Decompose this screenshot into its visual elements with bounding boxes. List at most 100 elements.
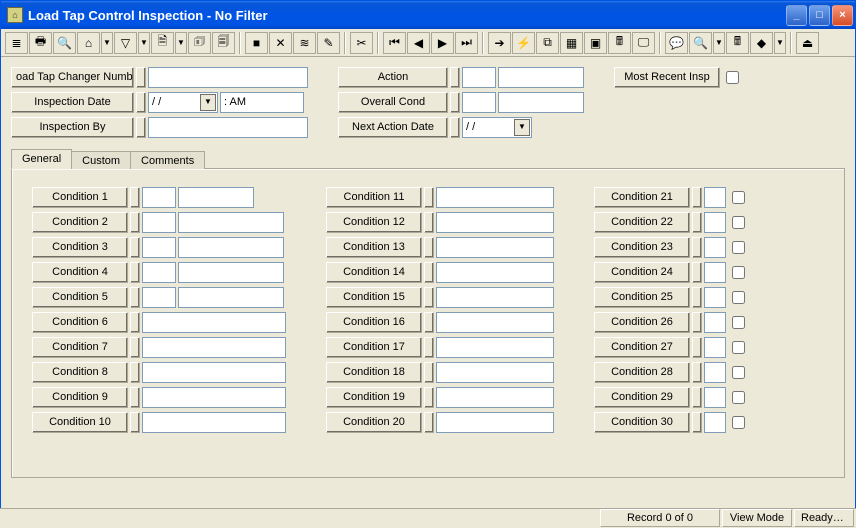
condition-value-input[interactable] [436,262,554,283]
inspection-by-input[interactable] [148,117,308,138]
condition-value-input[interactable] [436,287,554,308]
minimize-button[interactable]: _ [786,5,807,26]
most-recent-insp-checkbox[interactable] [726,71,739,84]
toolbar-button-24[interactable]: ➔ [488,32,511,54]
condition-checkbox[interactable] [732,191,745,204]
condition-label-button[interactable]: Condition 5 [32,287,128,308]
toolbar-button-29[interactable]: 🖩 [608,32,631,54]
condition-label-button[interactable]: Condition 8 [32,362,128,383]
toolbar-button-30[interactable]: 🖵 [632,32,655,54]
condition-value-input[interactable] [142,362,286,383]
condition-checkbox[interactable] [732,266,745,279]
toolbar-button-7[interactable]: 🗎 [151,32,174,54]
ltcn-label-button[interactable]: oad Tap Changer Numbe [11,67,134,88]
condition-label-button[interactable]: Condition 23 [594,237,690,258]
toolbar-button-17[interactable]: ✂ [350,32,373,54]
condition-label-button[interactable]: Condition 18 [326,362,422,383]
condition-value-input[interactable] [704,387,726,408]
inspection-time-input[interactable]: : AM [220,92,304,113]
next-action-date-input[interactable]: / / ▼ [462,117,532,138]
condition-checkbox[interactable] [732,341,745,354]
condition-code-input[interactable] [142,187,176,208]
condition-value-input[interactable] [704,362,726,383]
condition-label-button[interactable]: Condition 19 [326,387,422,408]
condition-checkbox[interactable] [732,291,745,304]
condition-label-button[interactable]: Condition 27 [594,337,690,358]
condition-label-button[interactable]: Condition 29 [594,387,690,408]
inspection-by-label-button[interactable]: Inspection By [11,117,134,138]
condition-value-input[interactable] [704,187,726,208]
toolbar-button-12[interactable]: ■ [245,32,268,54]
condition-label-button[interactable]: Condition 17 [326,337,422,358]
toolbar-button-36[interactable]: ◆ [750,32,773,54]
toolbar-button-1[interactable]: 🖶 [29,32,52,54]
condition-value-input[interactable] [436,337,554,358]
condition-value-input[interactable] [436,412,554,433]
close-button[interactable]: × [832,5,853,26]
condition-label-button[interactable]: Condition 12 [326,212,422,233]
condition-label-button[interactable]: Condition 9 [32,387,128,408]
action-desc-input[interactable] [498,67,584,88]
condition-code-input[interactable] [142,287,176,308]
condition-label-button[interactable]: Condition 4 [32,262,128,283]
toolbar-button-14[interactable]: ≋ [293,32,316,54]
condition-value-input[interactable] [704,412,726,433]
condition-value-input[interactable] [704,312,726,333]
condition-value-input[interactable] [704,212,726,233]
toolbar-button-3[interactable]: ⌂ [77,32,100,54]
condition-checkbox[interactable] [732,241,745,254]
toolbar-button-28[interactable]: ▣ [584,32,607,54]
condition-value-input[interactable] [704,337,726,358]
toolbar-button-0[interactable]: ≣ [5,32,28,54]
condition-label-button[interactable]: Condition 22 [594,212,690,233]
toolbar-dropdown-arrow[interactable]: ▼ [774,32,786,54]
toolbar-button-22[interactable]: ⏭ [455,32,478,54]
condition-label-button[interactable]: Condition 26 [594,312,690,333]
condition-value-input[interactable] [704,287,726,308]
condition-label-button[interactable]: Condition 13 [326,237,422,258]
maximize-button[interactable]: □ [809,5,830,26]
tab-general[interactable]: General [11,149,72,169]
condition-value-input[interactable] [142,312,286,333]
condition-code-input[interactable] [142,212,176,233]
condition-value-input[interactable] [436,362,554,383]
action-code-input[interactable] [462,67,496,88]
condition-checkbox[interactable] [732,391,745,404]
condition-checkbox[interactable] [732,416,745,429]
toolbar-button-13[interactable]: ✕ [269,32,292,54]
condition-value-input[interactable] [436,387,554,408]
condition-label-button[interactable]: Condition 14 [326,262,422,283]
condition-checkbox[interactable] [732,316,745,329]
tab-custom[interactable]: Custom [71,151,131,169]
toolbar-button-2[interactable]: 🔍 [53,32,76,54]
toolbar-dropdown-arrow[interactable]: ▼ [101,32,113,54]
toolbar-button-19[interactable]: ⏮ [383,32,406,54]
condition-value-input[interactable] [142,412,286,433]
condition-value-input[interactable] [142,387,286,408]
condition-desc-input[interactable] [178,237,284,258]
toolbar-button-20[interactable]: ◀ [407,32,430,54]
tab-comments[interactable]: Comments [130,151,205,169]
toolbar-button-9[interactable]: 🗊 [188,32,211,54]
condition-label-button[interactable]: Condition 20 [326,412,422,433]
action-label-button[interactable]: Action [338,67,448,88]
condition-value-input[interactable] [436,312,554,333]
chevron-down-icon[interactable]: ▼ [514,119,530,136]
toolbar-button-15[interactable]: ✎ [317,32,340,54]
condition-checkbox[interactable] [732,366,745,379]
condition-label-button[interactable]: Condition 24 [594,262,690,283]
condition-label-button[interactable]: Condition 6 [32,312,128,333]
condition-desc-input[interactable] [178,287,284,308]
inspection-date-label-button[interactable]: Inspection Date [11,92,134,113]
ltcn-input[interactable] [148,67,308,88]
condition-label-button[interactable]: Condition 1 [32,187,128,208]
toolbar-button-21[interactable]: ▶ [431,32,454,54]
condition-desc-input[interactable] [178,212,284,233]
toolbar-dropdown-arrow[interactable]: ▼ [175,32,187,54]
condition-label-button[interactable]: Condition 11 [326,187,422,208]
toolbar-button-10[interactable]: 🗐 [212,32,235,54]
condition-label-button[interactable]: Condition 10 [32,412,128,433]
toolbar-button-35[interactable]: 🖩 [726,32,749,54]
condition-value-input[interactable] [704,237,726,258]
next-action-date-label-button[interactable]: Next Action Date [338,117,448,138]
